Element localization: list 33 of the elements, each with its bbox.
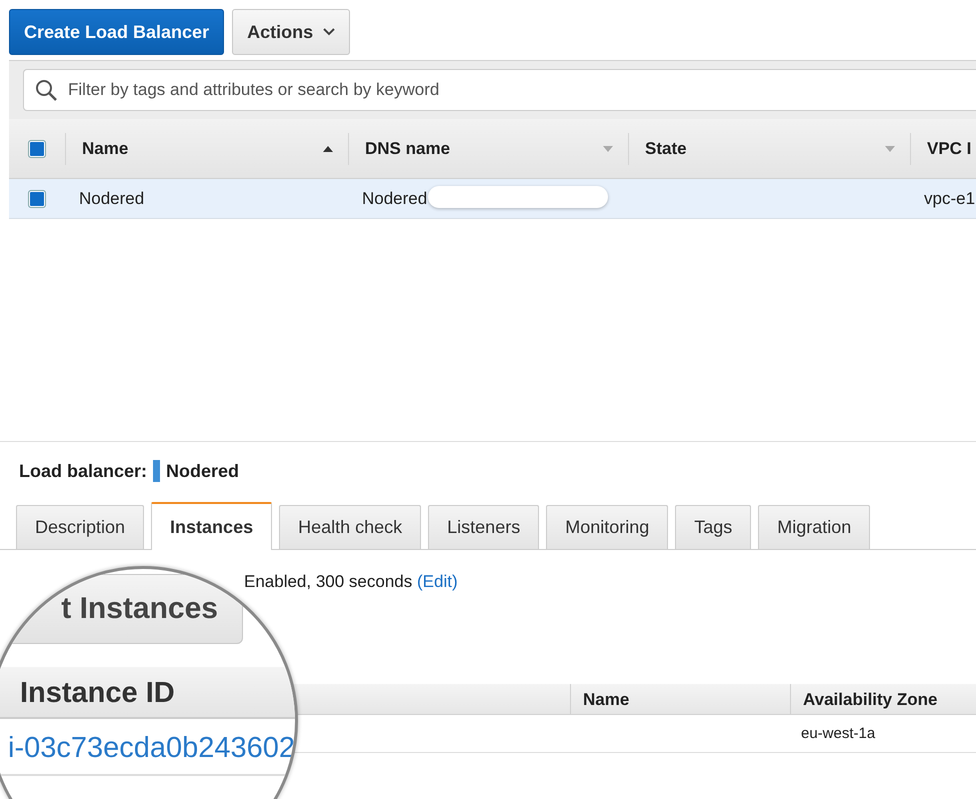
table-cell-text: Nodered xyxy=(78,188,146,208)
tab[interactable]: Tags xyxy=(675,505,752,549)
search-box[interactable]: Filter by tags and attributes or search by keyword xyxy=(23,69,976,111)
actions-button[interactable]: Actions xyxy=(232,9,350,55)
sort-up-icon[interactable] xyxy=(322,144,334,152)
column-header[interactable]: DNS name xyxy=(348,132,628,164)
row-checkbox[interactable] xyxy=(28,190,46,208)
column-header[interactable]: VPC I xyxy=(910,132,976,164)
table-row[interactable]: Nodered Nodered vpc-e1 xyxy=(9,179,976,219)
instance-id-link[interactable]: i-03c73ecda0b243602 xyxy=(8,732,295,765)
search-icon xyxy=(34,78,58,102)
column-header[interactable]: State xyxy=(628,132,910,164)
accent-bar xyxy=(153,460,160,482)
tab[interactable]: Instances xyxy=(151,502,272,550)
table-cell: Nodered xyxy=(348,188,628,208)
tab[interactable]: Health check xyxy=(279,505,422,549)
tab[interactable]: Listeners xyxy=(428,505,540,549)
table-cell-text: eu-west-1a xyxy=(800,725,876,742)
tab[interactable]: Monitoring xyxy=(546,505,668,549)
column-header: Availability Zone xyxy=(790,684,976,714)
draining-status-text: Enabled, 300 seconds (Edit) xyxy=(244,572,458,591)
column-header: Instance ID xyxy=(20,677,175,710)
column-header[interactable]: Name xyxy=(65,132,348,164)
create-load-balancer-button[interactable]: Create Load Balancer xyxy=(9,9,224,55)
caret-icon xyxy=(323,28,336,36)
load-balancer-name: Nodered xyxy=(166,460,240,482)
load-balancer-label: Load balancer: xyxy=(19,460,148,482)
edit-link[interactable]: (Edit) xyxy=(416,572,458,591)
tab[interactable]: Description xyxy=(16,505,144,549)
select-all-checkbox[interactable] xyxy=(28,140,46,158)
table-cell-text: vpc-e1 xyxy=(923,188,976,208)
column-header: Name xyxy=(570,684,790,714)
tab[interactable]: Migration xyxy=(758,505,870,549)
